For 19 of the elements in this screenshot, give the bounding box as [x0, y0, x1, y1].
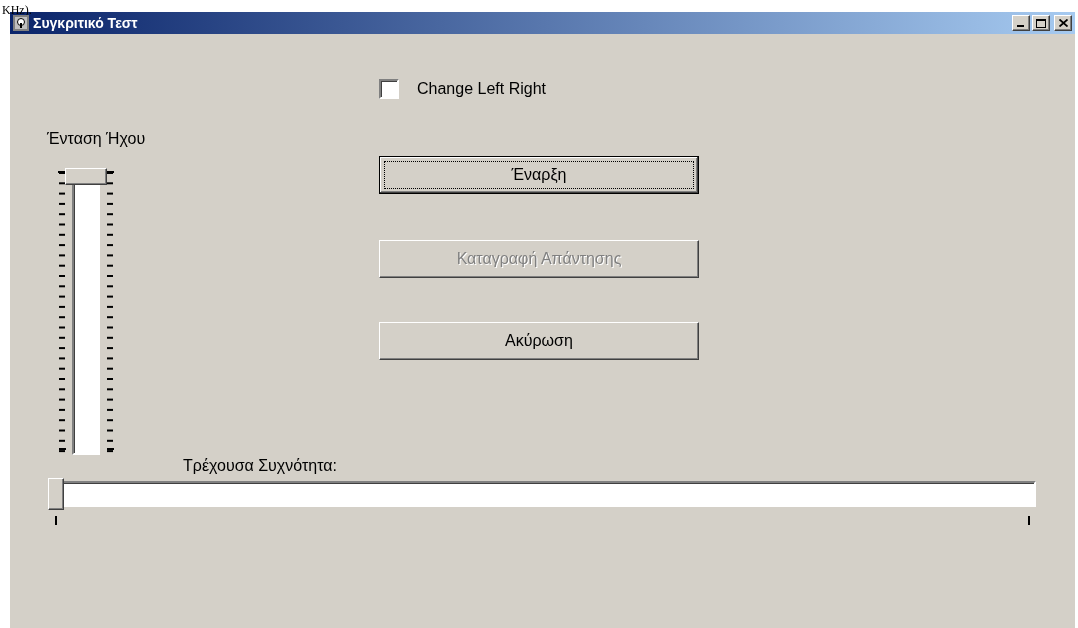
close-button[interactable] — [1054, 15, 1072, 31]
volume-slider[interactable] — [65, 168, 107, 455]
slider-thumb[interactable] — [65, 168, 107, 185]
minimize-button[interactable] — [1012, 15, 1030, 31]
command-button[interactable]: Έναρξη — [379, 156, 699, 194]
slider-thumb[interactable] — [48, 478, 64, 510]
maximize-icon — [1036, 18, 1046, 28]
tick-mark — [55, 516, 57, 525]
tick-mark — [1028, 516, 1030, 525]
command-button[interactable]: Ακύρωση — [379, 322, 699, 360]
frequency-slider[interactable] — [48, 478, 1036, 510]
close-icon — [1058, 19, 1068, 27]
window-title: Συγκριτικό Τεστ — [33, 15, 139, 31]
maximize-button[interactable] — [1032, 15, 1050, 31]
volume-label: Ένταση Ήχου — [47, 130, 146, 147]
frequency-label: Τρέχουσα Συχνότητα: — [183, 457, 337, 474]
checkbox[interactable] — [379, 79, 399, 99]
checkbox-label: Change Left Right — [417, 80, 546, 98]
app-icon — [13, 15, 29, 31]
